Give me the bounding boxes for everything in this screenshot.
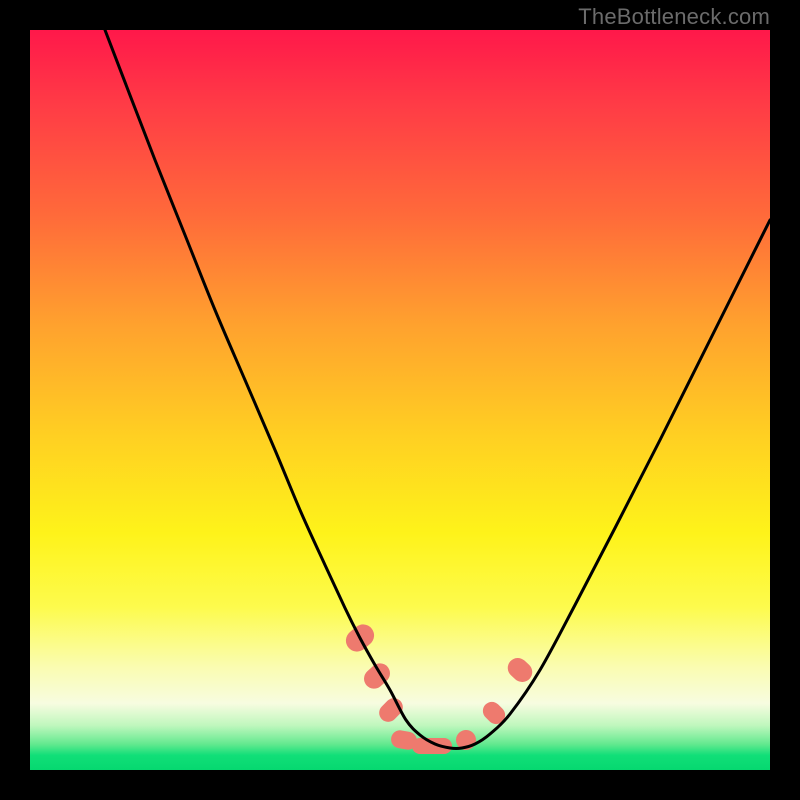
plot-area (30, 30, 770, 770)
bottleneck-curve (105, 30, 770, 749)
curve-markers (341, 620, 536, 754)
watermark-text: TheBottleneck.com (578, 4, 770, 30)
curve-svg (30, 30, 770, 770)
curve-marker (479, 698, 509, 728)
chart-frame: TheBottleneck.com (0, 0, 800, 800)
